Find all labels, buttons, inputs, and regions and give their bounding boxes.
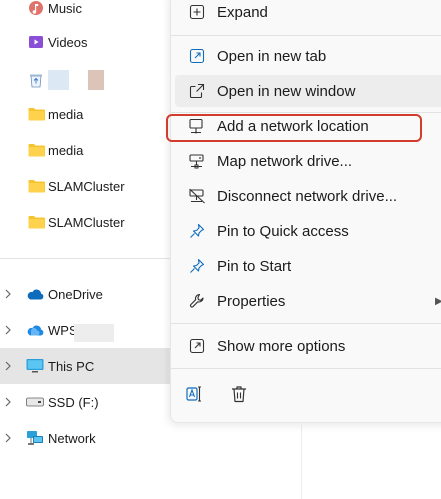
pane-divider — [301, 425, 302, 499]
recycle-bin-icon — [27, 71, 45, 89]
nav-item-wps[interactable]: WPS — [0, 312, 170, 348]
navigation-pane: Music Videos media media SLAMCluster SLA… — [0, 0, 170, 499]
menu-item-open-new-window[interactable]: Open in new window — [175, 75, 441, 107]
network-icon — [26, 429, 44, 447]
blurred-thumbnail — [48, 70, 69, 90]
menu-item-disconnect-network-drive[interactable]: Disconnect network drive... — [175, 180, 441, 212]
chevron-right-icon[interactable] — [3, 360, 13, 372]
chevron-right-icon[interactable] — [3, 288, 13, 300]
wps-cloud-icon — [26, 321, 44, 339]
chevron-right-icon[interactable] — [3, 432, 13, 444]
menu-separator — [171, 323, 441, 324]
folder-icon — [27, 213, 45, 231]
submenu-arrow-icon: ▶ — [435, 296, 441, 307]
folder-icon — [27, 177, 45, 195]
nav-item-network[interactable]: Network — [0, 420, 170, 456]
menu-item-pin-to-start[interactable]: Pin to Start — [175, 250, 441, 282]
nav-item-label: media — [48, 106, 84, 122]
nav-item-label: OneDrive — [48, 286, 103, 302]
menu-item-open-new-tab[interactable]: Open in new tab — [175, 40, 441, 72]
videos-icon — [27, 33, 45, 51]
menu-item-label: Open in new window — [217, 82, 356, 100]
menu-item-label: Map network drive... — [217, 152, 353, 170]
drive-icon — [26, 393, 44, 411]
menu-item-label: Expand — [217, 3, 268, 21]
pin-icon — [187, 256, 207, 276]
nav-item-label: Videos — [48, 34, 88, 50]
disconnect-network-drive-icon — [187, 186, 207, 206]
rename-icon[interactable] — [184, 383, 206, 405]
music-icon — [27, 0, 45, 17]
blurred-thumbnail — [88, 70, 104, 90]
onedrive-cloud-icon — [26, 285, 44, 303]
menu-item-label: Open in new tab — [217, 47, 327, 65]
nav-item-label: SLAMCluster — [48, 214, 125, 230]
nav-item-this-pc[interactable]: This PC — [0, 348, 170, 384]
menu-item-label: Pin to Quick access — [217, 222, 349, 240]
chevron-right-icon[interactable] — [3, 324, 13, 336]
menu-item-label: Disconnect network drive... — [217, 187, 398, 205]
menu-item-pin-quick-access[interactable]: Pin to Quick access — [175, 215, 441, 247]
context-menu: Expand Open in new tab Open in new windo… — [170, 0, 441, 423]
folder-icon — [27, 141, 45, 159]
nav-item-recycle-bin[interactable] — [0, 62, 170, 98]
open-new-tab-icon — [187, 46, 207, 66]
nav-item-ssd-f[interactable]: SSD (F:) — [0, 384, 170, 420]
nav-item-label: SLAMCluster — [48, 178, 125, 194]
nav-item-videos[interactable]: Videos — [0, 24, 170, 60]
highlight-box — [166, 114, 422, 142]
menu-item-label: Show more options — [217, 337, 346, 355]
folder-icon — [27, 105, 45, 123]
nav-item-onedrive[interactable]: OneDrive — [0, 276, 170, 312]
nav-item-label: Music — [48, 0, 82, 16]
menu-item-show-more-options[interactable]: Show more options — [175, 330, 441, 362]
nav-item-label: This PC — [48, 358, 95, 374]
menu-item-map-network-drive[interactable]: Map network drive... — [175, 145, 441, 177]
menu-separator — [171, 368, 441, 369]
nav-item-music[interactable]: Music — [0, 0, 170, 26]
nav-divider — [0, 258, 170, 259]
expand-icon — [187, 2, 207, 22]
menu-item-properties[interactable]: Properties — [175, 285, 441, 317]
blurred-username — [74, 324, 114, 342]
nav-item-label: SSD (F:) — [48, 394, 99, 410]
show-more-options-icon — [187, 336, 207, 356]
open-new-window-icon — [187, 81, 207, 101]
nav-item-media-1[interactable]: media — [0, 96, 170, 132]
nav-item-media-2[interactable]: media — [0, 132, 170, 168]
menu-item-expand[interactable]: Expand — [175, 0, 441, 28]
nav-item-slamcluster-2[interactable]: SLAMCluster — [0, 204, 170, 240]
nav-item-slamcluster-1[interactable]: SLAMCluster — [0, 168, 170, 204]
wrench-icon — [187, 291, 207, 311]
this-pc-icon — [26, 357, 44, 375]
nav-item-label: media — [48, 142, 84, 158]
menu-item-label: Pin to Start — [217, 257, 292, 275]
delete-icon[interactable] — [228, 383, 250, 405]
context-menu-quick-actions — [184, 383, 250, 405]
nav-item-label: Network — [48, 430, 96, 446]
map-network-drive-icon — [187, 151, 207, 171]
pin-icon — [187, 221, 207, 241]
chevron-right-icon[interactable] — [3, 396, 13, 408]
menu-separator — [171, 35, 441, 36]
menu-item-label: Properties — [217, 292, 286, 310]
